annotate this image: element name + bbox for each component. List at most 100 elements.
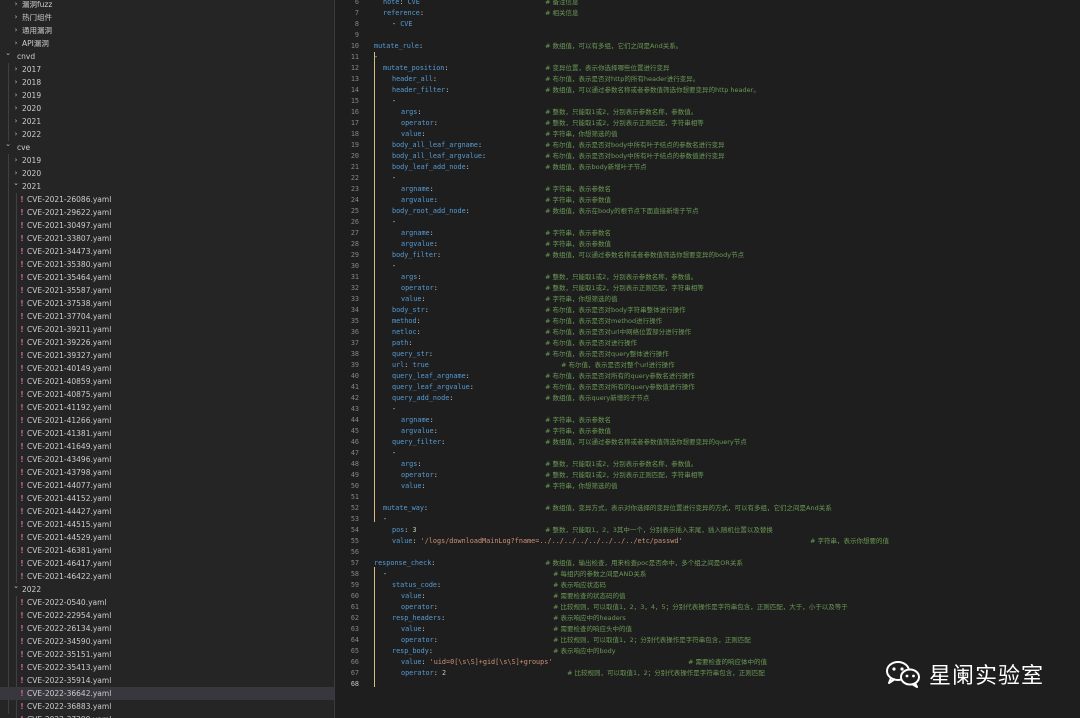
code-line[interactable]: operator: 2 (401, 668, 446, 679)
chevron-down-icon[interactable]: ⌄ (12, 580, 20, 593)
code-line[interactable]: - (383, 569, 387, 580)
code-line[interactable]: query_leaf_argvalue: (392, 382, 474, 393)
file-item[interactable]: ! CVE-2021-44529.yaml (0, 531, 334, 544)
code-line[interactable]: mutate_position: (383, 63, 448, 74)
code-line[interactable]: mutate_rule: (374, 41, 423, 52)
code-line[interactable]: value: (401, 129, 426, 140)
folder-item[interactable]: › 2020 (0, 167, 334, 180)
code-line[interactable]: header_filter: (392, 85, 449, 96)
file-item[interactable]: ! CVE-2021-41649.yaml (0, 440, 334, 453)
code-line[interactable]: url: true (392, 360, 429, 371)
file-item[interactable]: ! CVE-2021-39226.yaml (0, 336, 334, 349)
code-line[interactable]: note: CVE (383, 0, 420, 8)
file-item[interactable]: ! CVE-2021-41266.yaml (0, 414, 334, 427)
code-line[interactable]: method: (392, 316, 421, 327)
chevron-right-icon[interactable]: › (12, 76, 20, 89)
chevron-right-icon[interactable]: › (12, 89, 20, 102)
code-line[interactable]: query_filter: (392, 437, 445, 448)
file-item[interactable]: ! CVE-2021-46381.yaml (0, 544, 334, 557)
chevron-right-icon[interactable]: › (12, 0, 20, 11)
code-line[interactable]: header_all: (392, 74, 437, 85)
code-line[interactable]: pos: 3 (392, 525, 417, 536)
folder-item[interactable]: ⌄ 2022 (0, 580, 334, 596)
file-item[interactable]: ! CVE-2021-35587.yaml (0, 284, 334, 297)
chevron-down-icon[interactable]: ⌄ (4, 138, 12, 151)
chevron-right-icon[interactable]: › (12, 37, 20, 50)
file-item[interactable]: ! CVE-2021-30497.yaml (0, 219, 334, 232)
file-item[interactable]: ! CVE-2022-36883.yaml (0, 700, 334, 713)
file-item[interactable]: ! CVE-2022-36642.yaml (0, 687, 334, 700)
code-line[interactable]: query_leaf_argname: (392, 371, 470, 382)
file-item[interactable]: ! CVE-2021-39327.yaml (0, 349, 334, 362)
folder-item[interactable]: › 2020 (0, 102, 334, 115)
code-line[interactable]: argvalue: (401, 195, 438, 206)
folder-item[interactable]: › 2019 (0, 154, 334, 167)
code-line[interactable]: argvalue: (401, 239, 438, 250)
code-line[interactable]: value: (401, 624, 426, 635)
file-item[interactable]: ! CVE-2021-43496.yaml (0, 453, 334, 466)
file-item[interactable]: ! CVE-2021-26086.yaml (0, 193, 334, 206)
code-line[interactable]: args: (401, 107, 421, 118)
code-line[interactable]: operator: (401, 470, 438, 481)
code-line[interactable]: argname: (401, 184, 434, 195)
folder-item[interactable]: ⌄ 2021 (0, 179, 334, 193)
folder-item[interactable]: › 漏洞fuzz (0, 0, 334, 11)
code-line[interactable]: - CVE (392, 19, 412, 30)
code-line[interactable]: operator: (401, 283, 438, 294)
code-line[interactable]: mutate_way: (383, 503, 428, 514)
code-line[interactable]: resp_headers: (392, 613, 445, 624)
chevron-down-icon[interactable]: ⌄ (4, 47, 12, 60)
file-item[interactable]: ! CVE-2022-35914.yaml (0, 674, 334, 687)
folder-item[interactable]: ⌄ cnvd (0, 47, 334, 63)
chevron-right-icon[interactable]: › (12, 102, 20, 115)
code-line[interactable]: body_str: (392, 305, 429, 316)
code-line[interactable]: netloc: (392, 327, 421, 338)
code-line[interactable]: query_add_node: (392, 393, 453, 404)
folder-item[interactable]: › 2017 (0, 63, 334, 76)
file-item[interactable]: ! CVE-2021-46422.yaml (0, 570, 334, 583)
file-item[interactable]: ! CVE-2021-34473.yaml (0, 245, 334, 258)
code-line[interactable]: status_code: (392, 580, 441, 591)
code-line[interactable]: body_filter: (392, 250, 441, 261)
file-item[interactable]: ! CVE-2022-22954.yaml (0, 609, 334, 622)
file-item[interactable]: ! CVE-2021-29622.yaml (0, 206, 334, 219)
file-item[interactable]: ! CVE-2021-37538.yaml (0, 297, 334, 310)
code-line[interactable]: response_check: (374, 558, 435, 569)
code-line[interactable]: args: (401, 459, 421, 470)
code-line[interactable]: - (383, 514, 387, 525)
file-item[interactable]: ! CVE-2021-43798.yaml (0, 466, 334, 479)
folder-item[interactable]: › 通用漏洞 (0, 24, 334, 37)
code-line[interactable]: - (392, 261, 396, 272)
code-line[interactable]: query_str: (392, 349, 433, 360)
chevron-right-icon[interactable]: › (12, 24, 20, 37)
chevron-right-icon[interactable]: › (12, 115, 20, 128)
code-line[interactable]: args: (401, 272, 421, 283)
chevron-right-icon[interactable]: › (12, 128, 20, 141)
code-line[interactable]: value: (401, 294, 426, 305)
file-item[interactable]: ! CVE-2021-35464.yaml (0, 271, 334, 284)
folder-item[interactable]: › 2018 (0, 76, 334, 89)
file-item[interactable]: !CVE-2022-37299.yaml (0, 713, 334, 718)
code-line[interactable]: - (392, 173, 396, 184)
code-line[interactable]: operator: (401, 602, 438, 613)
chevron-right-icon[interactable]: › (12, 11, 20, 24)
code-line[interactable]: reference: (383, 8, 424, 19)
code-line[interactable]: value: (401, 481, 426, 492)
file-item[interactable]: ! CVE-2022-35413.yaml (0, 661, 334, 674)
file-item[interactable]: ! CVE-2021-37704.yaml (0, 310, 334, 323)
code-line[interactable]: body_root_add_node: (392, 206, 470, 217)
chevron-right-icon[interactable]: › (12, 154, 20, 167)
folder-item[interactable]: › 2019 (0, 89, 334, 102)
file-item[interactable]: ! CVE-2021-39211.yaml (0, 323, 334, 336)
file-item[interactable]: ! CVE-2021-33807.yaml (0, 232, 334, 245)
file-item[interactable]: ! CVE-2021-44077.yaml (0, 479, 334, 492)
code-line[interactable]: - (392, 96, 396, 107)
file-item[interactable]: ! CVE-2021-40859.yaml (0, 375, 334, 388)
code-line[interactable]: argvalue: (401, 426, 438, 437)
code-line[interactable]: argname: (401, 415, 434, 426)
file-item[interactable]: ! CVE-2022-26134.yaml (0, 622, 334, 635)
folder-item[interactable]: ⌄ cve (0, 138, 334, 154)
code-line[interactable]: argname: (401, 228, 434, 239)
code-line[interactable]: - (374, 52, 378, 63)
file-item[interactable]: ! CVE-2021-46417.yaml (0, 557, 334, 570)
